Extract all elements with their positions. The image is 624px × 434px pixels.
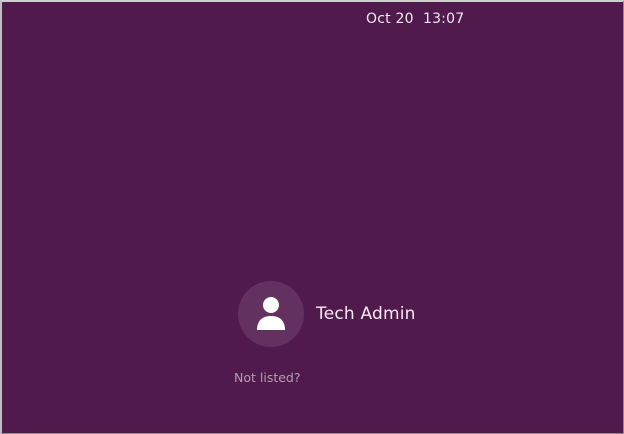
user-list-item-tech-admin[interactable]: Tech Admin bbox=[238, 280, 416, 348]
not-listed-link[interactable]: Not listed? bbox=[234, 370, 301, 385]
date-time-clock[interactable]: Oct 20 13:07 bbox=[366, 11, 464, 27]
top-bar: Oct 20 13:07 bbox=[2, 2, 624, 32]
login-screen: Oct 20 13:07 Tech Admin Not listed? bbox=[0, 0, 624, 434]
user-name-label: Tech Admin bbox=[316, 304, 416, 324]
user-avatar bbox=[238, 281, 304, 347]
person-icon bbox=[257, 297, 285, 330]
